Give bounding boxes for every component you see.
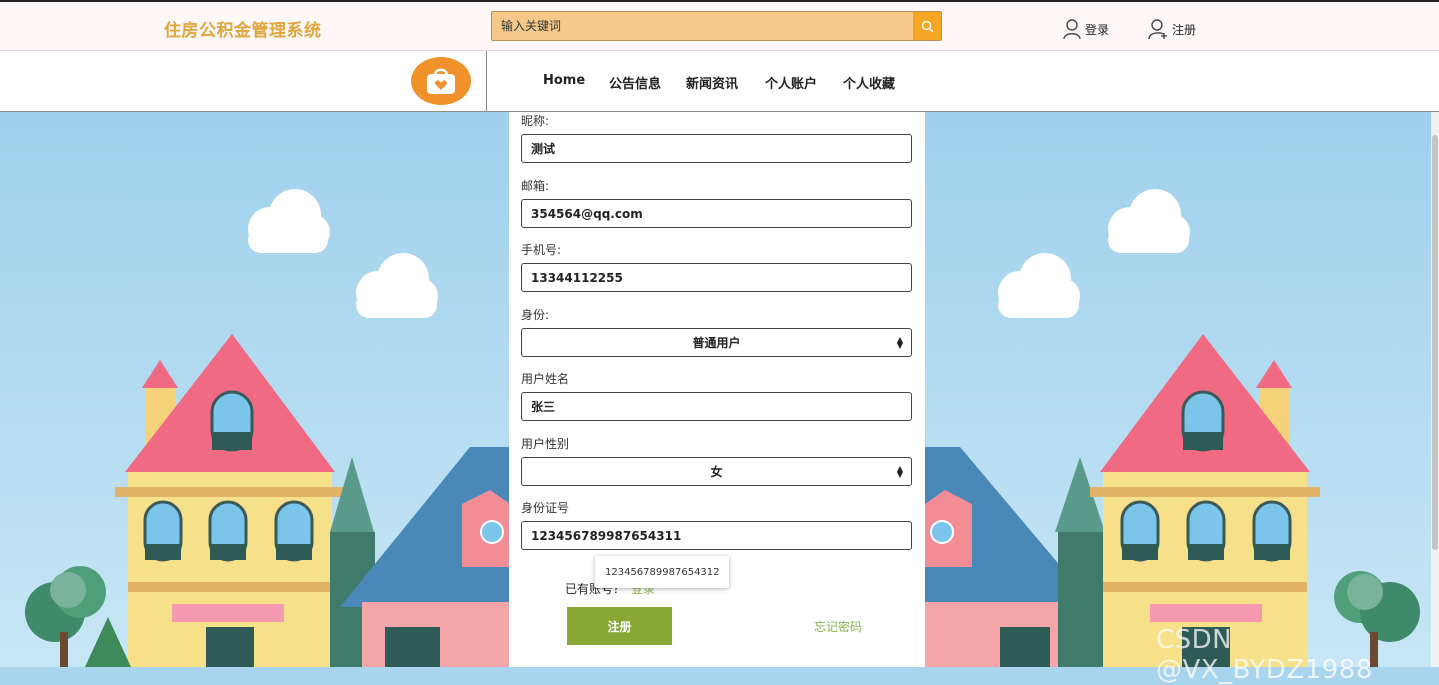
site-title[interactable]: 住房公积金管理系统 — [164, 16, 322, 41]
watermark: CSDN @VX_BYDZ1988 — [1156, 625, 1373, 685]
nickname-label: 昵称: — [521, 114, 550, 128]
search-bar — [491, 11, 942, 41]
nav-personal-account[interactable]: 个人账户 — [765, 73, 817, 92]
identity-label: 身份: — [521, 308, 550, 322]
search-icon — [921, 20, 933, 32]
login-link[interactable]: 登录 — [1062, 18, 1109, 40]
nav-announcements[interactable]: 公告信息 — [609, 73, 661, 92]
nav-news[interactable]: 新闻资讯 — [686, 73, 738, 92]
name-field[interactable] — [521, 392, 912, 421]
id-number-field[interactable] — [521, 521, 912, 550]
search-button[interactable] — [913, 12, 941, 40]
register-form-panel: 昵称: 邮箱: 手机号: 身份: 普通用户 ▲▼ 用户姓名 用户性别 女 ▲▼ … — [509, 112, 925, 667]
register-label: 注册 — [1172, 22, 1197, 37]
select-arrows-icon: ▲ ▼ — [896, 335, 903, 350]
gender-select[interactable]: 女 ▲ ▼ — [521, 457, 912, 486]
nav-favorites[interactable]: 个人收藏 — [843, 73, 895, 92]
email-label: 邮箱: — [521, 179, 550, 193]
nav-home[interactable]: Home — [543, 73, 585, 88]
gender-select-value: 女 — [710, 465, 723, 479]
add-user-icon — [1148, 19, 1167, 40]
register-button[interactable]: 注册 — [567, 607, 672, 645]
site-logo[interactable] — [411, 57, 471, 105]
search-input[interactable] — [492, 12, 930, 40]
main-nav: Home 公告信息 新闻资讯 个人账户 个人收藏 — [0, 51, 1439, 112]
nickname-field[interactable] — [521, 134, 912, 163]
nav-divider — [486, 51, 487, 111]
forgot-password-link[interactable]: 忘记密码 — [814, 618, 862, 635]
autocomplete-suggestion[interactable]: 123456789987654312 — [595, 556, 729, 588]
select-arrows-icon: ▲ ▼ — [896, 464, 903, 479]
gender-label: 用户性别 — [521, 437, 570, 451]
login-label: 登录 — [1085, 22, 1110, 37]
identity-select[interactable]: 普通用户 ▲ ▼ — [521, 328, 912, 357]
phone-field[interactable] — [521, 263, 912, 292]
email-field[interactable] — [521, 199, 912, 228]
scrollbar-thumb[interactable] — [1432, 135, 1438, 550]
register-link[interactable]: 注册 — [1147, 18, 1196, 40]
id-number-label: 身份证号 — [521, 501, 570, 515]
identity-select-value: 普通用户 — [692, 336, 741, 350]
name-label: 用户姓名 — [521, 372, 570, 386]
phone-label: 手机号: — [521, 243, 562, 257]
shopping-bag-icon — [427, 68, 455, 94]
top-header: 住房公积金管理系统 登录 注册 — [0, 0, 1439, 51]
user-icon — [1063, 19, 1081, 40]
